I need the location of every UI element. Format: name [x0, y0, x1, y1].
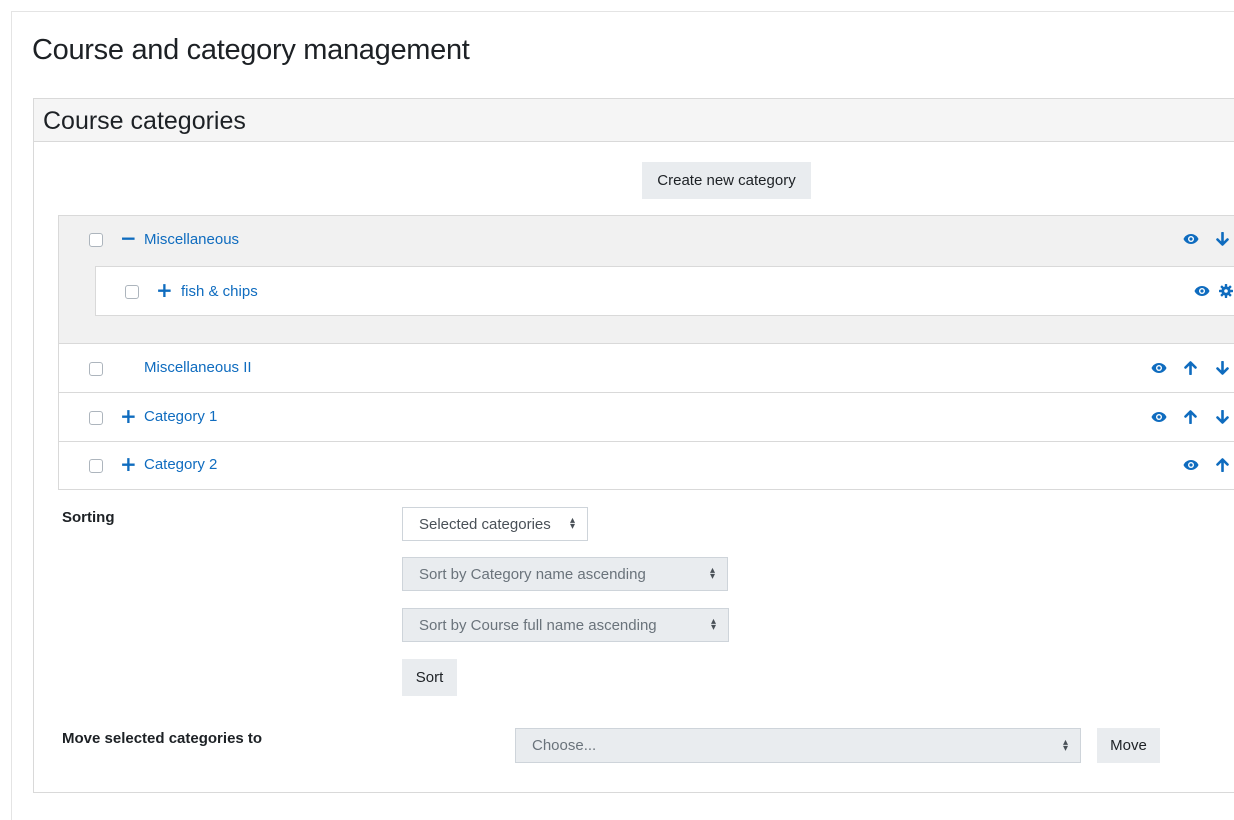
- expand-toggle[interactable]: +: [120, 406, 137, 426]
- select-value: Selected categories: [419, 515, 551, 533]
- select-checkbox[interactable]: [89, 233, 103, 247]
- category-link[interactable]: Category 1: [144, 408, 217, 425]
- collapse-toggle[interactable]: −: [120, 228, 137, 248]
- arrow-up-icon[interactable]: [1214, 456, 1230, 474]
- page-title: Course and category management: [32, 34, 470, 66]
- select-checkbox[interactable]: [89, 459, 103, 473]
- arrow-down-icon[interactable]: [1214, 359, 1230, 377]
- select-value: Sort by Category name ascending: [419, 565, 646, 583]
- arrow-up-icon[interactable]: [1182, 408, 1198, 426]
- eye-icon[interactable]: [1150, 409, 1168, 425]
- select-caret-icon: ▴ ▾: [710, 616, 716, 633]
- select-checkbox[interactable]: [125, 285, 139, 299]
- course-sort-select[interactable]: Sort by Course full name ascending ▴ ▾: [402, 608, 729, 642]
- category-link[interactable]: Miscellaneous II: [144, 359, 252, 376]
- select-caret-icon: ▴ ▾: [569, 515, 575, 532]
- move-button[interactable]: Move: [1097, 728, 1160, 763]
- category-row-fish-and-chips: + fish & chips: [95, 266, 1234, 316]
- category-link[interactable]: Category 2: [144, 456, 217, 473]
- card-title: Course categories: [43, 107, 246, 135]
- category-row-category-1: + Category 1: [59, 393, 1234, 442]
- select-checkbox[interactable]: [89, 362, 103, 376]
- create-category-button[interactable]: Create new category: [642, 162, 811, 199]
- arrow-down-icon[interactable]: [1214, 230, 1230, 248]
- sorting-label: Sorting: [62, 509, 115, 526]
- eye-icon[interactable]: [1193, 283, 1211, 299]
- sort-scope-select[interactable]: Selected categories ▴ ▾: [402, 507, 588, 541]
- category-list: − Miscellaneous + fish & chips Miscellan…: [58, 215, 1234, 490]
- select-caret-icon: ▴ ▾: [709, 565, 715, 582]
- move-target-select[interactable]: Choose... ▴ ▾: [515, 728, 1081, 763]
- category-row-category-2: + Category 2: [59, 442, 1234, 489]
- select-caret-icon: ▴ ▾: [1062, 736, 1068, 754]
- select-checkbox[interactable]: [89, 411, 103, 425]
- eye-icon[interactable]: [1182, 457, 1200, 473]
- eye-icon[interactable]: [1182, 231, 1200, 247]
- select-value: Sort by Course full name ascending: [419, 616, 657, 634]
- expand-toggle[interactable]: +: [156, 280, 173, 300]
- move-label: Move selected categories to: [62, 730, 263, 747]
- eye-icon[interactable]: [1150, 360, 1168, 376]
- expand-toggle[interactable]: +: [120, 454, 137, 474]
- select-value: Choose...: [532, 737, 597, 754]
- card-header: Course categories: [34, 99, 1234, 142]
- gear-icon[interactable]: [1218, 282, 1234, 300]
- arrow-down-icon[interactable]: [1214, 408, 1230, 426]
- category-row-miscellaneous-ii: Miscellaneous II: [59, 344, 1234, 393]
- category-sort-select[interactable]: Sort by Category name ascending ▴ ▾: [402, 557, 728, 591]
- arrow-up-icon[interactable]: [1182, 359, 1198, 377]
- sort-button[interactable]: Sort: [402, 659, 457, 696]
- category-link[interactable]: Miscellaneous: [144, 231, 239, 248]
- category-link[interactable]: fish & chips: [181, 283, 258, 300]
- category-row-miscellaneous: − Miscellaneous + fish & chips: [59, 216, 1234, 344]
